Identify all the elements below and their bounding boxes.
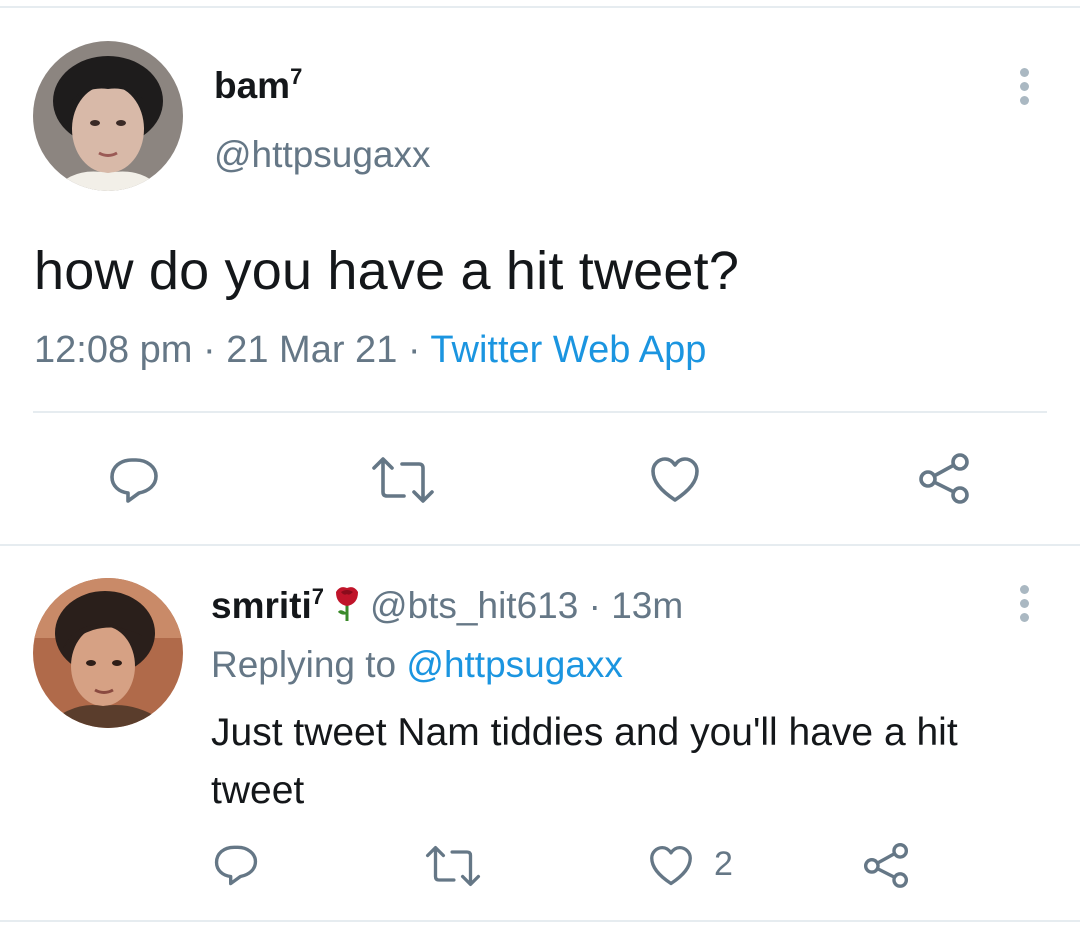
- reply-time: 13m: [611, 585, 684, 626]
- tweet-text: how do you have a hit tweet?: [34, 241, 740, 301]
- like-icon: [650, 845, 692, 886]
- retweet-button[interactable]: [370, 456, 436, 504]
- rose-icon: [332, 582, 362, 631]
- reply-icon: [110, 458, 158, 503]
- share-icon: [919, 453, 969, 504]
- tweet-time: 12:08 pm: [34, 329, 193, 371]
- meta-separator: ·: [192, 329, 227, 371]
- meta-separator: ·: [578, 585, 612, 626]
- author-name[interactable]: bam7: [214, 64, 302, 107]
- meta-separator: ·: [397, 329, 431, 371]
- reply-icon: [214, 845, 258, 886]
- reply-share-button[interactable]: [862, 842, 910, 888]
- author-name-text: bam: [214, 65, 291, 106]
- top-border: [0, 6, 1080, 8]
- reply-author-handle[interactable]: @bts_hit613: [370, 585, 578, 626]
- share-icon: [863, 842, 909, 888]
- like-icon: [651, 457, 699, 502]
- reply-reply-button[interactable]: [213, 843, 259, 887]
- retweet-icon: [372, 457, 434, 503]
- divider: [33, 411, 1047, 413]
- replying-to-mention[interactable]: @httpsugaxx: [406, 644, 623, 685]
- reply-like-button[interactable]: [649, 845, 693, 887]
- reply-author-name-superscript: 7: [311, 584, 325, 609]
- share-button[interactable]: [917, 452, 971, 504]
- more-vertical-icon[interactable]: [1014, 68, 1034, 112]
- tweet-source-link[interactable]: Twitter Web App: [430, 329, 706, 371]
- reply-author-name[interactable]: smriti7: [211, 584, 325, 626]
- retweet-icon: [425, 845, 481, 887]
- author-avatar[interactable]: [33, 41, 183, 191]
- bottom-border: [0, 920, 1080, 922]
- replying-to: Replying to @httpsugaxx: [211, 644, 623, 686]
- replying-to-prefix: Replying to: [211, 644, 407, 685]
- like-button[interactable]: [650, 456, 700, 504]
- reply-author-name-text: smriti: [211, 585, 312, 626]
- section-divider: [0, 544, 1080, 546]
- tweet-meta: 12:08 pm · 21 Mar 21 · Twitter Web App: [34, 329, 706, 372]
- reply-like-count: 2: [714, 845, 733, 883]
- more-vertical-icon[interactable]: [1014, 585, 1034, 629]
- reply-button[interactable]: [108, 456, 160, 504]
- reply-author-avatar[interactable]: [33, 578, 183, 728]
- reply-text: Just tweet Nam tiddies and you'll have a…: [211, 711, 958, 812]
- tweet-date: 21 Mar 21: [226, 329, 398, 371]
- author-name-superscript: 7: [290, 64, 303, 89]
- reply-header: smriti7 @bts_hit613 · 13m: [211, 582, 683, 631]
- reply-retweet-button[interactable]: [424, 845, 482, 887]
- author-handle[interactable]: @httpsugaxx: [214, 134, 431, 176]
